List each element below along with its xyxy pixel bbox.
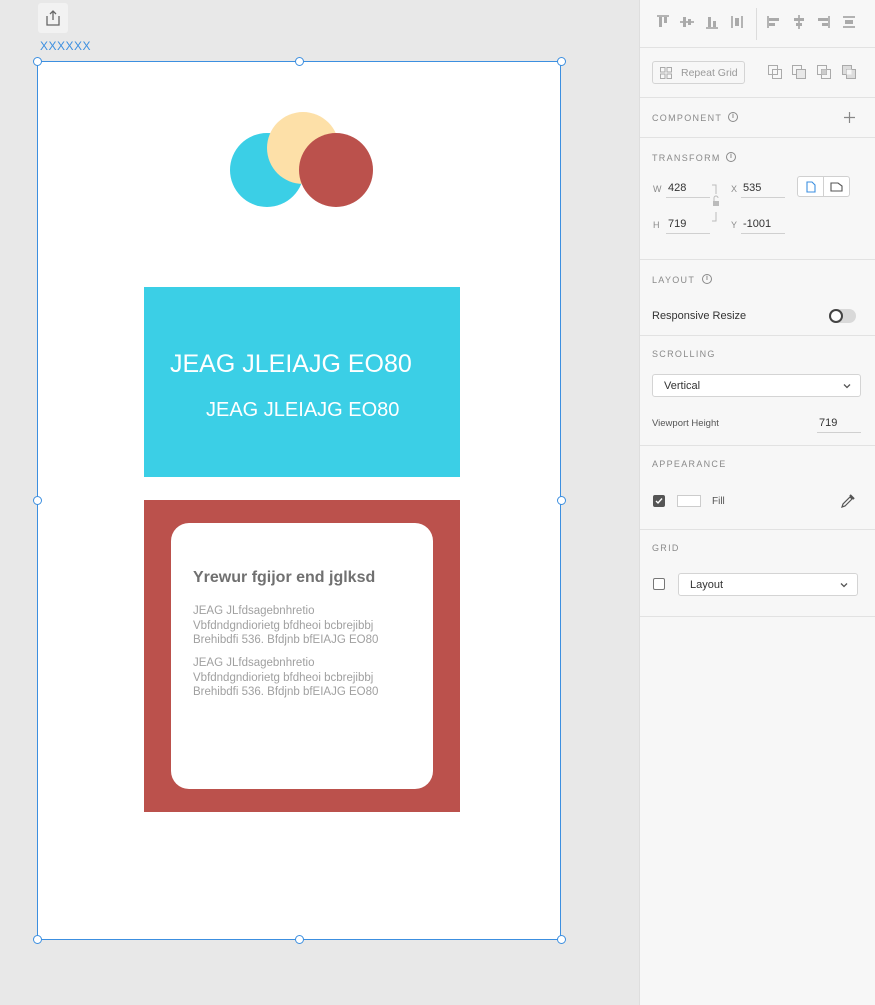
- x-position-field[interactable]: [741, 178, 785, 198]
- add-component-icon[interactable]: [844, 112, 855, 123]
- resize-handle-bottom-center[interactable]: [295, 935, 304, 944]
- artboard[interactable]: JEAG JLEIAJG EO80 JEAG JLEIAJG EO80 Yrew…: [37, 61, 561, 940]
- component-info-icon[interactable]: i: [728, 112, 738, 122]
- info-paragraph: JEAG JLfdsagebnhretio Vbfdndgndiorietg b…: [193, 604, 433, 648]
- red-info-card[interactable]: Yrewur fgijor end jglksd JEAG JLfdsagebn…: [144, 500, 460, 812]
- boolean-intersect-icon[interactable]: [816, 64, 832, 80]
- layout-section: LAYOUT i Responsive Resize: [640, 261, 875, 336]
- artboard-name-label[interactable]: XXXXXX: [40, 39, 91, 53]
- share-button[interactable]: [38, 3, 68, 33]
- viewport-height-label: Viewport Height: [652, 418, 719, 429]
- component-section: COMPONENT i: [640, 99, 875, 138]
- align-vertical-center-icon[interactable]: [679, 14, 695, 30]
- boolean-subtract-icon[interactable]: [791, 64, 807, 80]
- responsive-resize-toggle[interactable]: [829, 309, 856, 323]
- appearance-section: APPEARANCE Fill: [640, 447, 875, 530]
- grid-checkbox[interactable]: [653, 578, 665, 590]
- align-horizontal-center-icon[interactable]: [791, 14, 807, 30]
- resize-handle-bottom-right[interactable]: [557, 935, 566, 944]
- distribute-vertical-icon[interactable]: [729, 14, 745, 30]
- info-card-title: Yrewur fgijor end jglksd: [193, 569, 376, 586]
- grid-type-value: Layout: [690, 579, 724, 591]
- resize-handle-top-left[interactable]: [33, 57, 42, 66]
- fill-checkbox[interactable]: [653, 495, 665, 507]
- fill-color-swatch[interactable]: [677, 495, 701, 507]
- checkmark-icon: [655, 498, 663, 505]
- resize-handle-top-center[interactable]: [295, 57, 304, 66]
- responsive-resize-label: Responsive Resize: [652, 310, 747, 322]
- paragraph-line: JEAG JLfdsagebnhretio: [193, 605, 315, 617]
- align-right-icon[interactable]: [815, 14, 831, 30]
- paragraph-line: Vbfdndgndiorietg bfdheoi bcbrejibbj: [193, 671, 374, 684]
- share-icon: [46, 10, 60, 26]
- hero-heading: JEAG JLEIAJG EO80: [170, 350, 412, 378]
- transform-section: TRANSFORM i W X H Y: [640, 139, 875, 260]
- scrolling-heading: SCROLLING: [652, 349, 716, 359]
- resize-handle-top-right[interactable]: [557, 57, 566, 66]
- logo-circle-red: [299, 133, 373, 207]
- scrolling-mode-dropdown[interactable]: Vertical: [652, 374, 861, 397]
- chevron-down-icon: [843, 384, 851, 389]
- appearance-heading: APPEARANCE: [652, 459, 727, 469]
- component-heading: COMPONENT: [652, 113, 723, 123]
- paragraph-line: JEAG JLfdsagebnhretio: [193, 657, 315, 669]
- hero-subheading: JEAG JLEIAJG EO80: [206, 399, 400, 421]
- landscape-icon: [830, 181, 843, 192]
- scrolling-section: SCROLLING Vertical Viewport Height: [640, 337, 875, 446]
- grid-section: GRID Layout: [640, 531, 875, 617]
- fill-label: Fill: [712, 496, 725, 507]
- layout-info-icon[interactable]: i: [702, 274, 712, 284]
- height-field[interactable]: [666, 214, 710, 234]
- y-label: Y: [731, 220, 738, 230]
- chevron-down-icon: [840, 583, 848, 588]
- distribute-horizontal-icon[interactable]: [841, 14, 857, 30]
- transform-info-icon[interactable]: i: [726, 152, 736, 162]
- repeat-grid-icon: [660, 67, 672, 79]
- grid-type-dropdown[interactable]: Layout: [678, 573, 858, 596]
- blue-hero-card[interactable]: JEAG JLEIAJG EO80 JEAG JLEIAJG EO80: [144, 287, 460, 477]
- scrolling-mode-value: Vertical: [664, 380, 701, 392]
- align-top-icon[interactable]: [655, 14, 671, 30]
- info-card-inner[interactable]: Yrewur fgijor end jglksd JEAG JLfdsagebn…: [171, 523, 433, 789]
- width-label: W: [653, 184, 662, 194]
- paragraph-line: Brehibdfi 536. Bfdjnb bfEIAJG EO80: [193, 686, 379, 698]
- resize-handle-middle-right[interactable]: [557, 496, 566, 505]
- lock-aspect-ratio-icon[interactable]: [710, 184, 722, 224]
- x-label: X: [731, 184, 738, 194]
- boolean-exclude-icon[interactable]: [841, 64, 857, 80]
- boolean-add-icon[interactable]: [767, 64, 783, 80]
- transform-heading: TRANSFORM: [652, 153, 721, 163]
- repeat-grid-label: Repeat Grid: [681, 67, 738, 79]
- align-bottom-icon[interactable]: [704, 14, 720, 30]
- y-position-field[interactable]: [741, 214, 785, 234]
- portrait-orientation-button[interactable]: [797, 176, 824, 197]
- toolbar-divider: [756, 8, 757, 40]
- layout-heading: LAYOUT: [652, 275, 696, 285]
- toggle-knob: [829, 309, 843, 323]
- eyedropper-icon[interactable]: [840, 493, 856, 509]
- repeat-grid-button[interactable]: Repeat Grid: [652, 61, 745, 84]
- info-paragraph: JEAG JLfdsagebnhretio Vbfdndgndiorietg b…: [193, 656, 433, 700]
- grid-heading: GRID: [652, 543, 680, 553]
- landscape-orientation-button[interactable]: [823, 176, 850, 197]
- align-left-icon[interactable]: [766, 14, 782, 30]
- portrait-icon: [805, 180, 816, 193]
- paragraph-line: Vbfdndgndiorietg bfdheoi bcbrejibbj: [193, 619, 374, 632]
- align-toolbar: [640, 0, 875, 48]
- resize-handle-middle-left[interactable]: [33, 496, 42, 505]
- design-canvas[interactable]: XXXXXX JEAG JLEIAJG EO80 JEAG JLEIAJG EO…: [0, 0, 639, 1005]
- width-field[interactable]: [666, 178, 710, 198]
- resize-handle-bottom-left[interactable]: [33, 935, 42, 944]
- property-inspector: Repeat Grid COMPONENT i TRANSFORM i W X …: [639, 0, 875, 1005]
- viewport-height-field[interactable]: [817, 413, 861, 433]
- paragraph-line: Brehibdfi 536. Bfdjnb bfEIAJG EO80: [193, 634, 379, 646]
- height-label: H: [653, 220, 660, 230]
